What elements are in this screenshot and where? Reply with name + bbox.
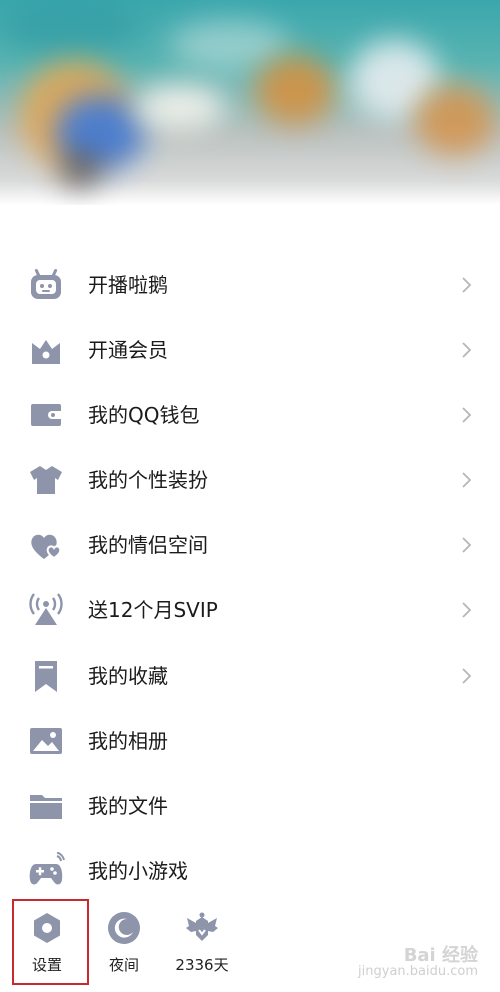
banner-blur-shape xyxy=(60,150,100,190)
watermark-url: jingyan.baidu.com xyxy=(358,964,478,979)
watermark: Bai 经验 jingyan.baidu.com xyxy=(358,945,478,980)
tv-robot-icon xyxy=(27,266,65,304)
photo-icon xyxy=(27,722,65,760)
menu-item-mini-games[interactable]: 我的小游戏 xyxy=(0,838,500,903)
banner-blur-shape xyxy=(0,0,140,55)
menu-item-label: 我的收藏 xyxy=(88,663,168,688)
menu-item-files[interactable]: 我的文件 xyxy=(0,773,500,838)
menu-item-label: 我的相册 xyxy=(88,728,168,753)
chevron-right-icon xyxy=(461,275,473,295)
menu-item-personalize[interactable]: 我的个性装扮 xyxy=(0,447,500,512)
banner-blur-shape xyxy=(415,85,495,155)
crown-icon xyxy=(27,331,65,369)
night-mode-button[interactable]: 夜间 xyxy=(89,905,159,975)
broadcast-tower-icon xyxy=(27,591,65,629)
menu-item-live[interactable]: 开播啦鹅 xyxy=(0,252,500,317)
chevron-right-icon xyxy=(461,470,473,490)
menu-item-gift-svip[interactable]: 送12个月SVIP xyxy=(0,577,500,642)
wallet-icon xyxy=(27,396,65,434)
side-menu: 开播啦鹅 开通会员 我的QQ钱包 我的个性装扮 我的情侣空间 送12个月SVIP… xyxy=(0,252,500,903)
night-mode-label: 夜间 xyxy=(108,956,139,974)
chevron-right-icon xyxy=(461,600,473,620)
couple-hearts-icon xyxy=(27,526,65,564)
menu-item-label: 我的情侣空间 xyxy=(88,533,208,558)
qq-age-button[interactable]: 2336天 xyxy=(167,905,237,975)
settings-highlight-box xyxy=(12,899,89,985)
banner-blur-shape xyxy=(255,55,335,125)
menu-item-label: 送12个月SVIP xyxy=(88,598,218,623)
qq-age-label: 2336天 xyxy=(175,956,229,974)
menu-item-album[interactable]: 我的相册 xyxy=(0,708,500,773)
menu-item-qq-wallet[interactable]: 我的QQ钱包 xyxy=(0,382,500,447)
menu-item-favorites[interactable]: 我的收藏 xyxy=(0,643,500,708)
menu-item-label: 开播啦鹅 xyxy=(88,273,168,297)
banner-blur-shape xyxy=(135,85,225,130)
winged-badge-icon xyxy=(185,911,219,945)
folder-icon xyxy=(27,787,65,825)
menu-item-membership[interactable]: 开通会员 xyxy=(0,317,500,382)
moon-icon xyxy=(107,911,141,945)
chevron-right-icon xyxy=(461,666,473,686)
menu-item-label: 我的QQ钱包 xyxy=(88,403,200,428)
menu-item-label: 我的小游戏 xyxy=(88,858,188,883)
menu-item-label: 我的个性装扮 xyxy=(88,468,208,493)
chevron-right-icon xyxy=(461,340,473,360)
chevron-right-icon xyxy=(461,405,473,425)
profile-banner[interactable] xyxy=(0,0,500,205)
menu-item-label: 我的文件 xyxy=(88,793,168,818)
gamepad-icon xyxy=(27,851,65,890)
menu-item-label: 开通会员 xyxy=(88,338,168,363)
bookmark-icon xyxy=(27,657,65,695)
chevron-right-icon xyxy=(461,535,473,555)
tshirt-icon xyxy=(27,461,65,499)
menu-item-couple-space[interactable]: 我的情侣空间 xyxy=(0,512,500,577)
watermark-logo-text: Bai 经验 xyxy=(403,945,478,966)
